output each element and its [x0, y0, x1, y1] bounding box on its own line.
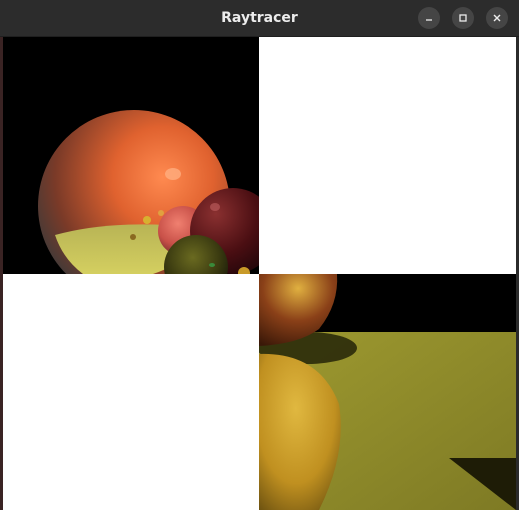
maximize-button[interactable] [452, 7, 474, 29]
window-title: Raytracer [221, 10, 298, 26]
scene-top-left [3, 37, 259, 274]
render-tile-top-left [3, 37, 259, 274]
close-button[interactable] [486, 7, 508, 29]
render-tile-bottom-left [3, 274, 259, 510]
minimize-button[interactable] [418, 7, 440, 29]
render-tile-top-right [259, 37, 516, 274]
title-bar[interactable]: Raytracer [0, 0, 519, 37]
render-viewport[interactable] [3, 37, 516, 510]
scene-bottom-right [259, 274, 516, 510]
render-tile-bottom-right [259, 274, 516, 510]
close-icon [493, 14, 501, 22]
raytracer-window: Raytracer [0, 0, 519, 510]
minimize-icon [426, 19, 432, 21]
maximize-icon [459, 14, 467, 22]
